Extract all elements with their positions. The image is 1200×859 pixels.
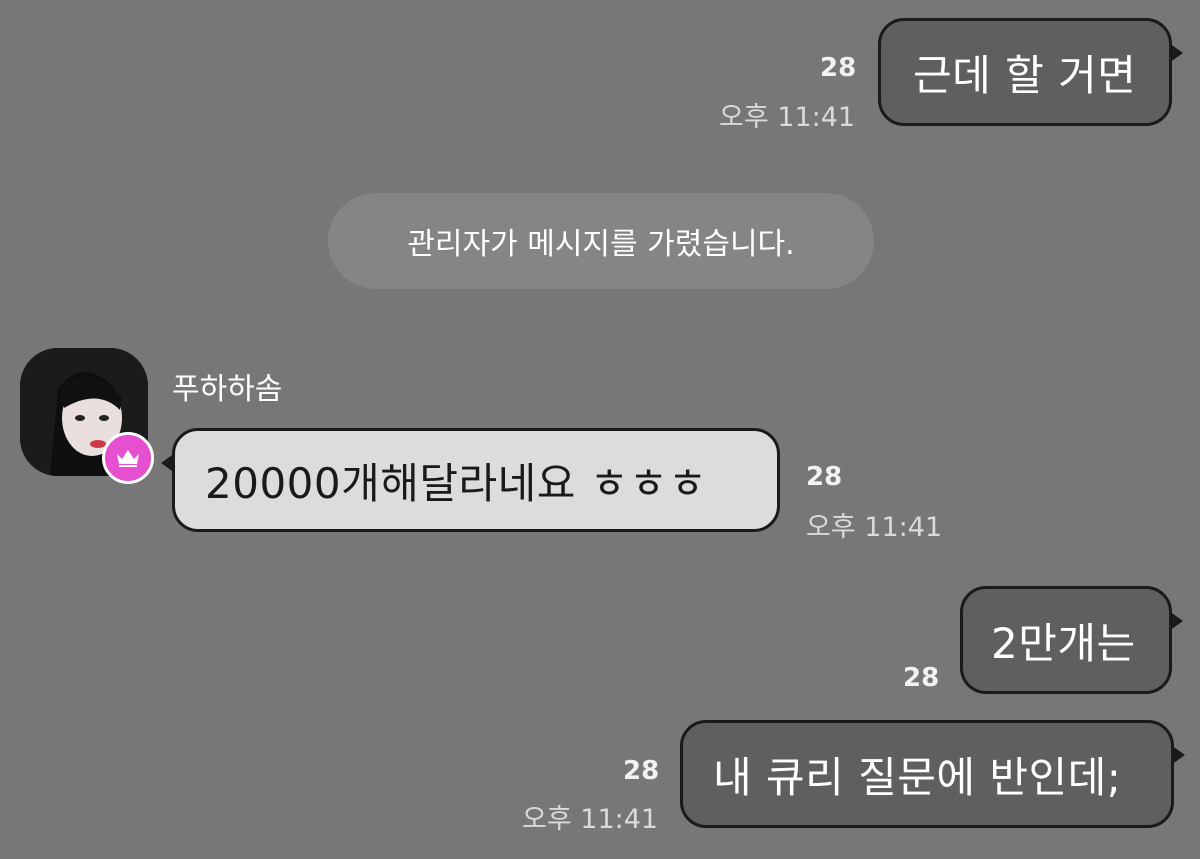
bubble-tail	[1169, 611, 1183, 631]
message-time: 오후 11:41	[719, 102, 856, 133]
bubble-tail	[1171, 745, 1185, 765]
message-text: 내 큐리 질문에 반인데;	[713, 752, 1122, 802]
bubble-tail	[161, 453, 175, 473]
read-count: 28	[820, 53, 857, 83]
message-text: 근데 할 거면	[913, 50, 1137, 100]
notice-text: 관리자가 메시지를 가렸습니다.	[407, 227, 795, 262]
message-bubble[interactable]: 내 큐리 질문에 반인데;	[680, 720, 1185, 828]
message-time: 오후 11:41	[806, 512, 943, 543]
crown-icon	[102, 432, 154, 484]
read-count: 28	[623, 756, 660, 786]
read-count: 28	[903, 663, 940, 693]
read-count: 28	[806, 462, 843, 492]
message-time: 오후 11:41	[522, 804, 659, 835]
message-bubble[interactable]: 20000개해달라네요 ㅎㅎㅎ	[161, 428, 780, 532]
sender-name: 푸하하솜	[172, 372, 283, 407]
message-text: 20000개해달라네요 ㅎㅎㅎ	[205, 458, 708, 508]
message-bubble[interactable]: 근데 할 거면	[878, 18, 1183, 126]
message-text: 2만개는	[991, 618, 1136, 668]
message-bubble[interactable]: 2만개는	[960, 586, 1183, 694]
system-notice: 관리자가 메시지를 가렸습니다.	[328, 193, 874, 289]
bubble-tail	[1169, 43, 1183, 63]
